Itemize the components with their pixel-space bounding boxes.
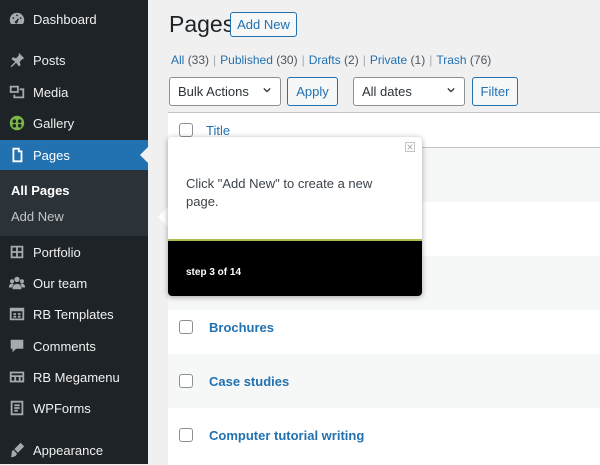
- menu-item-label: Our team: [33, 275, 88, 291]
- filter-private-link[interactable]: Private (1): [370, 53, 425, 67]
- row-checkbox[interactable]: [179, 374, 193, 388]
- dates-value: All dates: [362, 84, 412, 99]
- table-row: Computer tutorial writing: [168, 408, 600, 462]
- menu-item-label: RB Megamenu: [33, 369, 120, 385]
- page-title: Pages: [169, 11, 235, 37]
- chevron-down-icon: [263, 87, 271, 93]
- row-checkbox[interactable]: [179, 428, 193, 442]
- onboarding-tooltip: Click "Add New" to create a new page. st…: [168, 137, 422, 296]
- status-filter-list: All (33) | Published (30) | Drafts (2) | Priva…: [171, 53, 492, 67]
- dates-select[interactable]: All dates: [353, 77, 465, 106]
- filter-drafts-link[interactable]: Drafts (2): [309, 53, 359, 67]
- forms-icon: [7, 398, 27, 418]
- menu-item-label: Portfolio: [33, 244, 81, 260]
- bulk-actions-value: Bulk Actions: [178, 84, 249, 99]
- chevron-down-icon: [447, 87, 455, 93]
- submenu-add-new[interactable]: Add New: [11, 209, 64, 224]
- pages-icon: [7, 145, 27, 165]
- gallery-icon: [7, 113, 27, 133]
- team-icon: [7, 273, 27, 293]
- select-all-checkbox[interactable]: [179, 123, 193, 137]
- tooltip-pointer: [158, 207, 168, 227]
- menu-item-wpforms[interactable]: WPForms: [0, 393, 148, 423]
- menu-item-media[interactable]: Media: [0, 77, 148, 107]
- row-title-link[interactable]: Case studies: [209, 374, 289, 389]
- filter-button[interactable]: Filter: [472, 77, 518, 106]
- menu-item-label: Dashboard: [33, 11, 97, 27]
- menu-item-label: Gallery: [33, 115, 75, 131]
- menu-item-label: Appearance: [33, 442, 104, 458]
- megamenu-icon: [7, 367, 27, 387]
- media-icon: [7, 82, 27, 102]
- templates-icon: [7, 304, 27, 324]
- apply-button[interactable]: Apply: [287, 77, 338, 106]
- menu-item-our-team[interactable]: Our team: [0, 268, 148, 298]
- menu-item-portfolio[interactable]: Portfolio: [0, 237, 148, 267]
- filter-all-link[interactable]: All (33): [171, 53, 209, 67]
- tooltip-step-counter: step 3 of 14: [186, 267, 242, 278]
- close-icon[interactable]: [405, 142, 415, 152]
- tooltip-message: Click "Add New" to create a new page.: [186, 176, 373, 209]
- row-checkbox[interactable]: [179, 320, 193, 334]
- filter-trash-link[interactable]: Trash (76): [436, 53, 491, 67]
- table-row: Case studies: [168, 354, 600, 408]
- pin-icon: [7, 50, 27, 70]
- filter-published-link[interactable]: Published (30): [220, 53, 297, 67]
- menu-item-label: WPForms: [33, 400, 91, 416]
- column-header-title[interactable]: Title: [206, 123, 230, 138]
- pages-submenu: All Pages Add New: [0, 170, 148, 236]
- menu-item-posts[interactable]: Posts: [0, 45, 148, 75]
- menu-item-comments[interactable]: Comments: [0, 331, 148, 361]
- menu-item-appearance[interactable]: Appearance: [0, 435, 148, 465]
- submenu-all-pages[interactable]: All Pages: [11, 183, 70, 198]
- menu-item-rb-templates[interactable]: RB Templates: [0, 299, 148, 329]
- comments-icon: [7, 336, 27, 356]
- menu-item-dashboard[interactable]: Dashboard: [0, 4, 148, 34]
- bulk-actions-select[interactable]: Bulk Actions: [169, 77, 281, 106]
- menu-item-label: Media: [33, 84, 69, 100]
- menu-item-label: RB Templates: [33, 306, 114, 322]
- dashboard-icon: [7, 9, 27, 29]
- menu-item-label: Posts: [33, 52, 66, 68]
- row-title-link[interactable]: Brochures: [209, 320, 274, 335]
- tooltip-footer: step 3 of 14: [168, 241, 422, 296]
- menu-item-label: Pages: [33, 147, 70, 163]
- menu-item-pages[interactable]: Pages: [0, 140, 148, 170]
- appearance-icon: [7, 440, 27, 460]
- menu-item-rb-megamenu[interactable]: RB Megamenu: [0, 362, 148, 392]
- portfolio-icon: [7, 242, 27, 262]
- menu-item-gallery[interactable]: Gallery: [0, 108, 148, 138]
- admin-sidebar: Dashboard Posts Media Gallery Pages All …: [0, 0, 148, 464]
- add-new-button[interactable]: Add New: [230, 12, 297, 37]
- table-row: Brochures: [168, 300, 600, 354]
- menu-item-label: Comments: [33, 338, 96, 354]
- row-title-link[interactable]: Computer tutorial writing: [209, 428, 364, 443]
